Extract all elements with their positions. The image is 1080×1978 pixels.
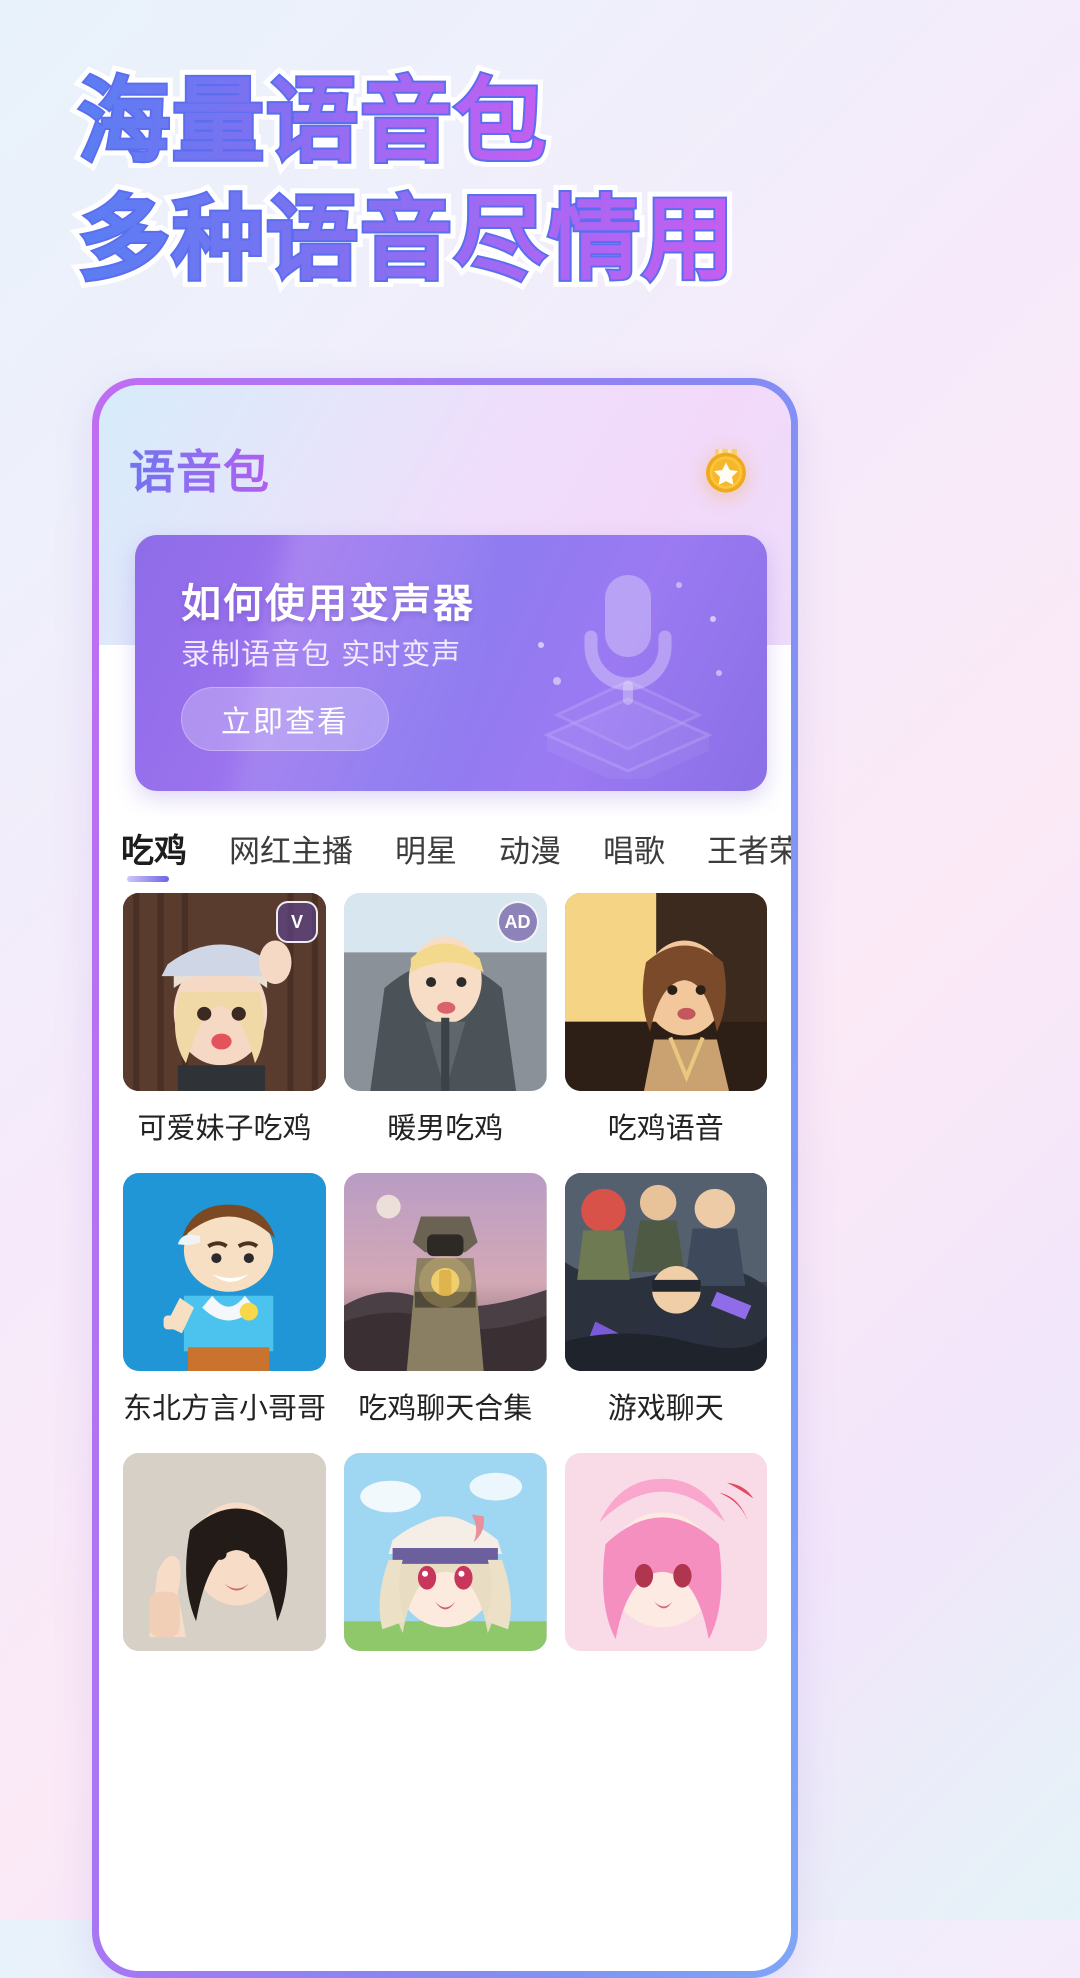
tab-4[interactable]: 唱歌 [603, 826, 665, 881]
voice-pack-cell[interactable]: 吃鸡聊天合集 [344, 1173, 547, 1443]
voice-pack-thumbnail[interactable] [564, 1453, 767, 1651]
voice-pack-cell[interactable]: V 可爱妹子吃鸡 [123, 893, 327, 1163]
headline-line-2-fill: 多种语音尽情用 [78, 186, 737, 293]
voice-pack-label: 吃鸡语音 [607, 1111, 724, 1145]
voice-pack-thumbnail[interactable] [123, 1173, 327, 1371]
voice-pack-thumbnail[interactable] [123, 1453, 327, 1651]
headline-line-2: 多种语音尽情用 多种语音尽情用 多种语音尽情用 [71, 181, 978, 306]
voice-pack-grid: V 可爱妹子吃鸡 AD 暖男吃鸡 吃鸡语音 东北方言小哥哥 吃鸡聊天合集 游戏聊… [99, 893, 791, 1651]
promo-headline: 海量语音包 海量语音包 海量语音包 多种语音尽情用 多种语音尽情用 多种语音尽情… [71, 63, 978, 306]
voice-pack-cell[interactable]: 游戏聊天 [564, 1173, 767, 1443]
tab-1[interactable]: 网红主播 [229, 826, 353, 881]
voice-pack-thumbnail[interactable]: V [123, 893, 327, 1091]
voice-pack-cell[interactable]: 吃鸡语音 [564, 893, 767, 1163]
page-title: 语音包 [129, 436, 270, 502]
voice-pack-cell[interactable]: 东北方言小哥哥 [123, 1173, 327, 1443]
voice-pack-label: 可爱妹子吃鸡 [137, 1111, 312, 1145]
tab-5[interactable]: 王者荣耀 [707, 826, 791, 881]
headline-line-1-fill: 海量语音包 [78, 68, 549, 175]
vip-badge-icon: V [276, 901, 319, 943]
voice-pack-label: 吃鸡聊天合集 [358, 1391, 533, 1425]
voice-pack-thumbnail[interactable] [344, 1173, 547, 1371]
tab-0[interactable]: 吃鸡 [121, 824, 187, 882]
voice-pack-label: 游戏聊天 [607, 1391, 724, 1425]
tab-3[interactable]: 动漫 [499, 826, 561, 881]
voice-pack-cell[interactable] [123, 1453, 327, 1651]
voice-pack-thumbnail[interactable]: AD [344, 893, 547, 1091]
voice-pack-thumbnail[interactable] [564, 893, 767, 1091]
star-medal-icon[interactable] [697, 440, 755, 498]
voice-pack-label: 东北方言小哥哥 [123, 1391, 327, 1425]
phone-screen: 语音包 如何使用变声器 录制语音包 实时变声 立即查看 吃鸡 网红主播 明星 动… [99, 385, 791, 1971]
promo-banner[interactable]: 如何使用变声器 录制语音包 实时变声 立即查看 [135, 535, 767, 791]
category-tabs[interactable]: 吃鸡网红主播明星动漫唱歌王者荣耀 [99, 817, 791, 889]
voice-pack-label: 暖男吃鸡 [387, 1111, 504, 1145]
app-top-section: 语音包 如何使用变声器 录制语音包 实时变声 立即查看 [99, 385, 791, 791]
headline-line-1: 海量语音包 海量语音包 海量语音包 [71, 63, 978, 188]
microphone-on-platform-icon [513, 549, 743, 787]
voice-pack-cell[interactable] [344, 1453, 547, 1651]
phone-mockup-frame: 语音包 如何使用变声器 录制语音包 实时变声 立即查看 吃鸡 网红主播 明星 动… [92, 378, 798, 1978]
ad-badge-icon: AD [496, 901, 539, 943]
banner-subtitle: 录制语音包 实时变声 [181, 637, 462, 671]
tab-2[interactable]: 明星 [395, 826, 457, 881]
voice-pack-cell[interactable] [564, 1453, 767, 1651]
voice-pack-thumbnail[interactable] [344, 1453, 547, 1651]
banner-cta-button[interactable]: 立即查看 [181, 687, 389, 751]
banner-title: 如何使用变声器 [181, 581, 475, 627]
app-header: 语音包 [99, 433, 791, 505]
voice-pack-thumbnail[interactable] [564, 1173, 767, 1371]
voice-pack-cell[interactable]: AD 暖男吃鸡 [344, 893, 547, 1163]
